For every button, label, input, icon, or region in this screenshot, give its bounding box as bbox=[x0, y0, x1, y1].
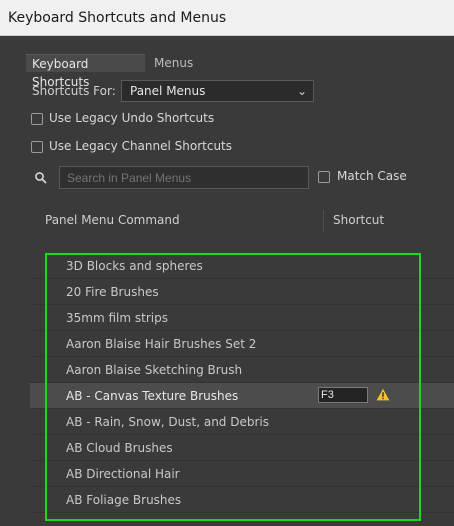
list-item[interactable]: Aaron Blaise Hair Brushes Set 2 bbox=[30, 331, 454, 357]
legacy-undo-label: Use Legacy Undo Shortcuts bbox=[49, 111, 215, 125]
warning-icon bbox=[376, 388, 390, 401]
list-item-label: 3D Blocks and spheres bbox=[66, 259, 203, 273]
list-item-label: Aaron Blaise Sketching Brush bbox=[66, 363, 243, 377]
list-item-selected[interactable]: AB - Canvas Texture Brushes bbox=[30, 383, 454, 409]
match-case-label: Match Case bbox=[337, 169, 407, 183]
list-item-label: Aaron Blaise Hair Brushes Set 2 bbox=[66, 337, 257, 351]
list-item-label: 35mm film strips bbox=[66, 311, 168, 325]
list-item[interactable]: Aaron Blaise Sketching Brush bbox=[30, 357, 454, 383]
list-item-label: AB Cloud Brushes bbox=[66, 441, 173, 455]
shortcuts-for-value: Panel Menus bbox=[130, 84, 206, 98]
tab-keyboard-shortcuts[interactable]: Keyboard Shortcuts bbox=[26, 54, 145, 89]
legacy-channel-checkbox[interactable] bbox=[31, 141, 43, 153]
chevron-down-icon: ⌄ bbox=[296, 84, 307, 98]
header-command: Panel Menu Command bbox=[45, 213, 180, 227]
list-item-label: AB Directional Hair bbox=[66, 467, 180, 481]
header-shortcut: Shortcut bbox=[333, 213, 385, 227]
tab-menus[interactable]: Menus bbox=[148, 54, 218, 72]
list-item-label: AB - Canvas Texture Brushes bbox=[66, 389, 239, 403]
legacy-undo-checkbox[interactable] bbox=[31, 113, 43, 125]
shortcuts-for-label: Shortcuts For: bbox=[32, 84, 116, 98]
list-item[interactable]: 20 Fire Brushes bbox=[30, 279, 454, 305]
list-item[interactable]: AB - Rain, Snow, Dust, and Debris bbox=[30, 409, 454, 435]
table-header: Panel Menu Command Shortcut bbox=[30, 204, 454, 238]
window-title: Keyboard Shortcuts and Menus bbox=[8, 10, 227, 26]
header-divider bbox=[323, 210, 324, 232]
list-item[interactable]: AB Directional Hair bbox=[30, 461, 454, 487]
list-item-label: 20 Fire Brushes bbox=[66, 285, 159, 299]
list-item-label: AB - Rain, Snow, Dust, and Debris bbox=[66, 415, 269, 429]
title-bar: Keyboard Shortcuts and Menus bbox=[0, 0, 454, 36]
shortcut-input[interactable] bbox=[318, 387, 368, 403]
match-case-checkbox[interactable] bbox=[318, 171, 330, 183]
list-item[interactable]: 35mm film strips bbox=[30, 305, 454, 331]
list-item[interactable]: AB Cloud Brushes bbox=[30, 435, 454, 461]
shortcuts-for-select[interactable]: Panel Menus ⌄ bbox=[121, 80, 314, 102]
legacy-channel-label: Use Legacy Channel Shortcuts bbox=[49, 139, 233, 153]
list-item-label: AB Foliage Brushes bbox=[66, 493, 182, 507]
list-item[interactable]: 3D Blocks and spheres bbox=[30, 253, 454, 279]
search-icon bbox=[35, 172, 47, 184]
search-input[interactable] bbox=[59, 166, 309, 189]
command-list: 3D Blocks and spheres 20 Fire Brushes 35… bbox=[30, 253, 454, 526]
list-item[interactable]: AB Foliage Brushes bbox=[30, 487, 454, 513]
